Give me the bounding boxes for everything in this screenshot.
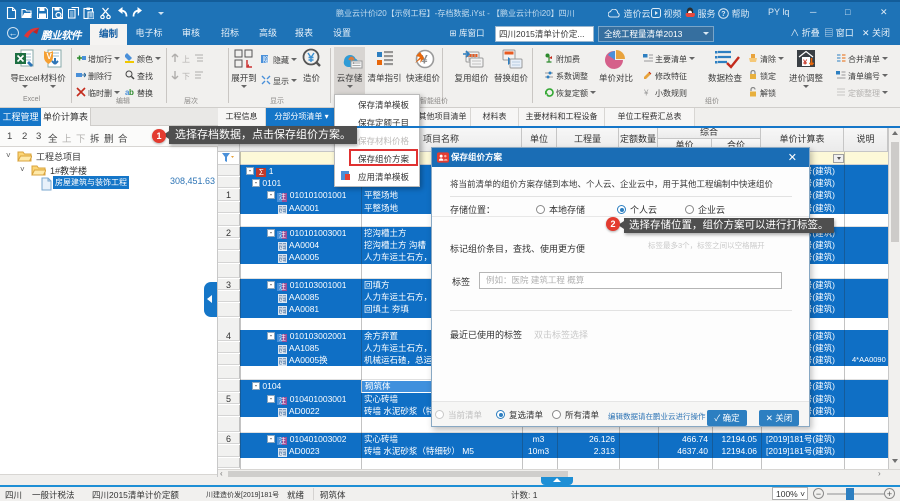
svg-text:¥: ¥	[643, 89, 649, 98]
svg-text:隐: 隐	[263, 55, 270, 64]
svg-text:b: b	[129, 88, 134, 97]
svg-text:V: V	[47, 52, 53, 61]
svg-text:?: ?	[721, 11, 725, 18]
